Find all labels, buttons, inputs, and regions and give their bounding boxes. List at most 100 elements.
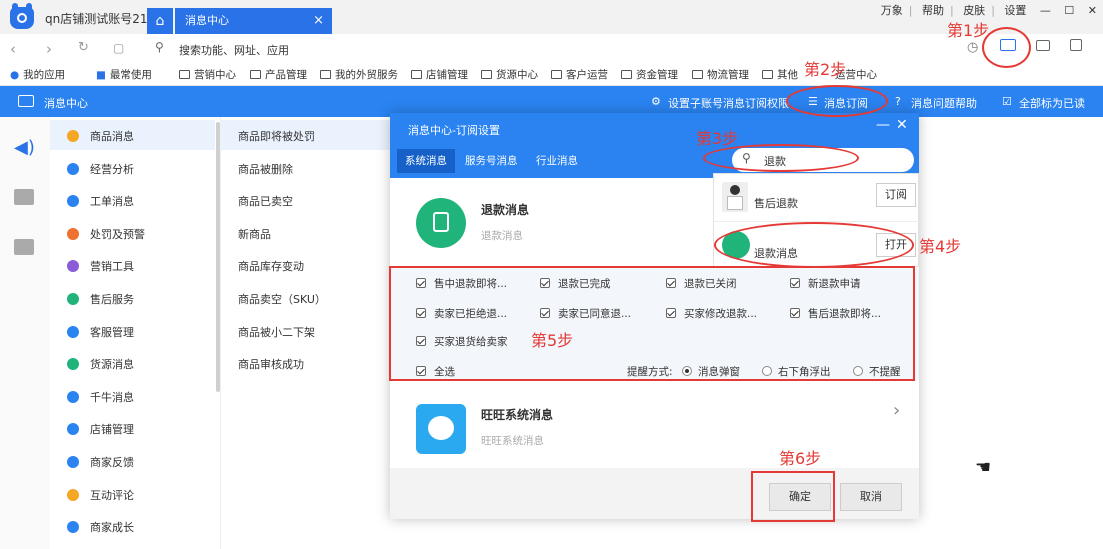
folder-icon bbox=[320, 70, 331, 79]
category-label: 互动评论 bbox=[90, 488, 134, 502]
help-icon: ? bbox=[895, 95, 901, 108]
window-minimize-button[interactable]: — bbox=[1040, 4, 1051, 17]
subitem[interactable]: 商品审核成功 bbox=[238, 356, 304, 372]
dropdown-item-after-sale-refund[interactable]: 售后退款 bbox=[754, 195, 798, 211]
category-item[interactable]: 互动评论 bbox=[67, 487, 134, 503]
refund-message-subtitle: 退款消息 bbox=[481, 230, 523, 242]
annotation-step3: 第3步 bbox=[696, 129, 739, 148]
bookmark-trade[interactable]: 我的外贸服务 bbox=[320, 67, 398, 82]
subitem[interactable]: 商品库存变动 bbox=[238, 258, 304, 274]
category-label: 货源消息 bbox=[90, 358, 134, 372]
message-help-link[interactable]: 消息问题帮助 bbox=[911, 95, 977, 111]
category-item[interactable]: 客服管理 bbox=[67, 324, 134, 340]
annotation-step1: 第1步 bbox=[947, 21, 990, 40]
search-input[interactable]: 搜索功能、网址、应用 bbox=[179, 42, 289, 58]
category-item[interactable]: 处罚及预警 bbox=[67, 226, 145, 242]
category-item[interactable]: 千牛消息 bbox=[67, 389, 134, 405]
category-icon bbox=[67, 390, 79, 403]
speaker-icon[interactable]: ◀) bbox=[14, 137, 35, 158]
category-item[interactable]: 经营分析 bbox=[67, 161, 134, 177]
account-name: qn店铺测试账号215 bbox=[45, 12, 156, 26]
window-close-button[interactable]: ✕ bbox=[1088, 4, 1097, 17]
tab-message-center[interactable]: 消息中心 × bbox=[175, 8, 332, 34]
category-icon bbox=[67, 162, 79, 175]
category-item[interactable]: 售后服务 bbox=[67, 291, 134, 307]
clock-icon[interactable]: ◷ bbox=[967, 40, 978, 55]
document-icon[interactable] bbox=[14, 239, 34, 255]
subitem[interactable]: 商品被删除 bbox=[238, 161, 293, 177]
subitem[interactable]: 商品即将被处罚 bbox=[238, 128, 315, 144]
forward-button[interactable]: › bbox=[46, 40, 52, 58]
tab-close-icon[interactable]: × bbox=[313, 8, 324, 34]
person-icon bbox=[722, 182, 748, 212]
bookmark-supply[interactable]: 货源中心 bbox=[481, 67, 538, 82]
category-item[interactable]: 营销工具 bbox=[67, 258, 134, 274]
dialog-header: 消息中心-订阅设置 — ✕ 系统消息 服务号消息 行业消息 ⚲ 退款 bbox=[390, 113, 919, 178]
home-tab[interactable]: ⌂ bbox=[147, 8, 173, 34]
menu-help[interactable]: 帮助 bbox=[922, 2, 944, 18]
folder-icon bbox=[551, 70, 562, 79]
bookmark-products[interactable]: 产品管理 bbox=[250, 67, 307, 82]
category-item[interactable]: 店铺管理 bbox=[67, 421, 134, 437]
bookmark-logistics[interactable]: 物流管理 bbox=[692, 67, 749, 82]
bookmark-frequent[interactable]: ■ 最常使用 bbox=[96, 67, 152, 82]
tab-label: 消息中心 bbox=[185, 14, 229, 27]
annotation-step5: 第5步 bbox=[531, 331, 574, 350]
tab-industry-messages[interactable]: 行业消息 bbox=[528, 149, 586, 173]
chevron-right-icon[interactable]: › bbox=[893, 400, 900, 421]
category-item[interactable]: 商品消息 bbox=[67, 128, 134, 144]
category-icon bbox=[67, 488, 79, 501]
annotation-box-step5 bbox=[389, 266, 915, 381]
menu-skin[interactable]: 皮肤 bbox=[963, 2, 985, 18]
subaccount-permission-link[interactable]: 设置子账号消息订阅权限 bbox=[668, 95, 789, 111]
subitem[interactable]: 商品已卖空 bbox=[238, 193, 293, 209]
bookmark-my-apps[interactable]: ● 我的应用 bbox=[10, 67, 65, 82]
subitem[interactable]: 商品被小二下架 bbox=[238, 324, 315, 340]
dialog-minimize-button[interactable]: — bbox=[876, 117, 890, 133]
category-icon bbox=[67, 423, 79, 436]
subscribe-button[interactable]: 订阅 bbox=[876, 183, 916, 207]
category-item[interactable]: 货源消息 bbox=[67, 356, 134, 372]
category-item[interactable]: 商家反馈 bbox=[67, 454, 134, 470]
bookmark-other[interactable]: 其他 bbox=[762, 67, 798, 82]
user-icon: ● bbox=[10, 69, 20, 81]
mark-all-read-link[interactable]: 全部标为已读 bbox=[1019, 95, 1085, 111]
category-label: 店铺管理 bbox=[90, 423, 134, 437]
category-icon bbox=[67, 227, 79, 240]
folder-icon bbox=[250, 70, 261, 79]
menu-wanxiang[interactable]: 万象 bbox=[881, 2, 903, 18]
dialog-title: 消息中心-订阅设置 bbox=[408, 124, 500, 137]
category-label: 客服管理 bbox=[90, 325, 134, 339]
tab-service-messages[interactable]: 服务号消息 bbox=[457, 149, 526, 173]
category-item[interactable]: 工单消息 bbox=[67, 193, 134, 209]
subitem[interactable]: 新商品 bbox=[238, 226, 271, 242]
mail-icon bbox=[18, 95, 34, 107]
subitem[interactable]: 商品卖空（SKU） bbox=[238, 291, 326, 307]
card-icon[interactable] bbox=[1036, 40, 1050, 51]
tab-system-messages[interactable]: 系统消息 bbox=[397, 149, 455, 173]
bookmark-finance[interactable]: 资金管理 bbox=[621, 67, 678, 82]
wangwang-subtitle: 旺旺系统消息 bbox=[481, 435, 544, 447]
bookmark-customer[interactable]: 客户运营 bbox=[551, 67, 608, 82]
category-item[interactable]: 商家成长 bbox=[67, 519, 134, 535]
folder-icon bbox=[762, 70, 773, 79]
refresh-button[interactable]: ↻ bbox=[78, 40, 89, 55]
category-label: 千牛消息 bbox=[90, 390, 134, 404]
category-icon bbox=[67, 195, 79, 208]
category-icon bbox=[67, 456, 79, 468]
bookmark-marketing[interactable]: 营销中心 bbox=[179, 67, 236, 82]
category-label: 商品消息 bbox=[90, 130, 134, 143]
wangwang-title: 旺旺系统消息 bbox=[481, 408, 554, 422]
category-icon bbox=[67, 521, 79, 534]
dialog-close-button[interactable]: ✕ bbox=[896, 117, 908, 133]
briefcase-icon[interactable] bbox=[14, 189, 34, 205]
bag-icon[interactable] bbox=[1070, 39, 1082, 51]
back-button[interactable]: ‹ bbox=[10, 40, 16, 58]
menu-settings[interactable]: 设置 bbox=[1004, 2, 1026, 18]
cancel-button[interactable]: 取消 bbox=[840, 483, 902, 511]
folder-icon bbox=[481, 70, 492, 79]
bookmark-shop[interactable]: 店铺管理 bbox=[411, 67, 468, 82]
header-title: 消息中心 bbox=[44, 97, 88, 110]
window-maximize-button[interactable]: ☐ bbox=[1064, 4, 1074, 17]
qr-code-icon[interactable]: ▢ bbox=[113, 41, 124, 55]
